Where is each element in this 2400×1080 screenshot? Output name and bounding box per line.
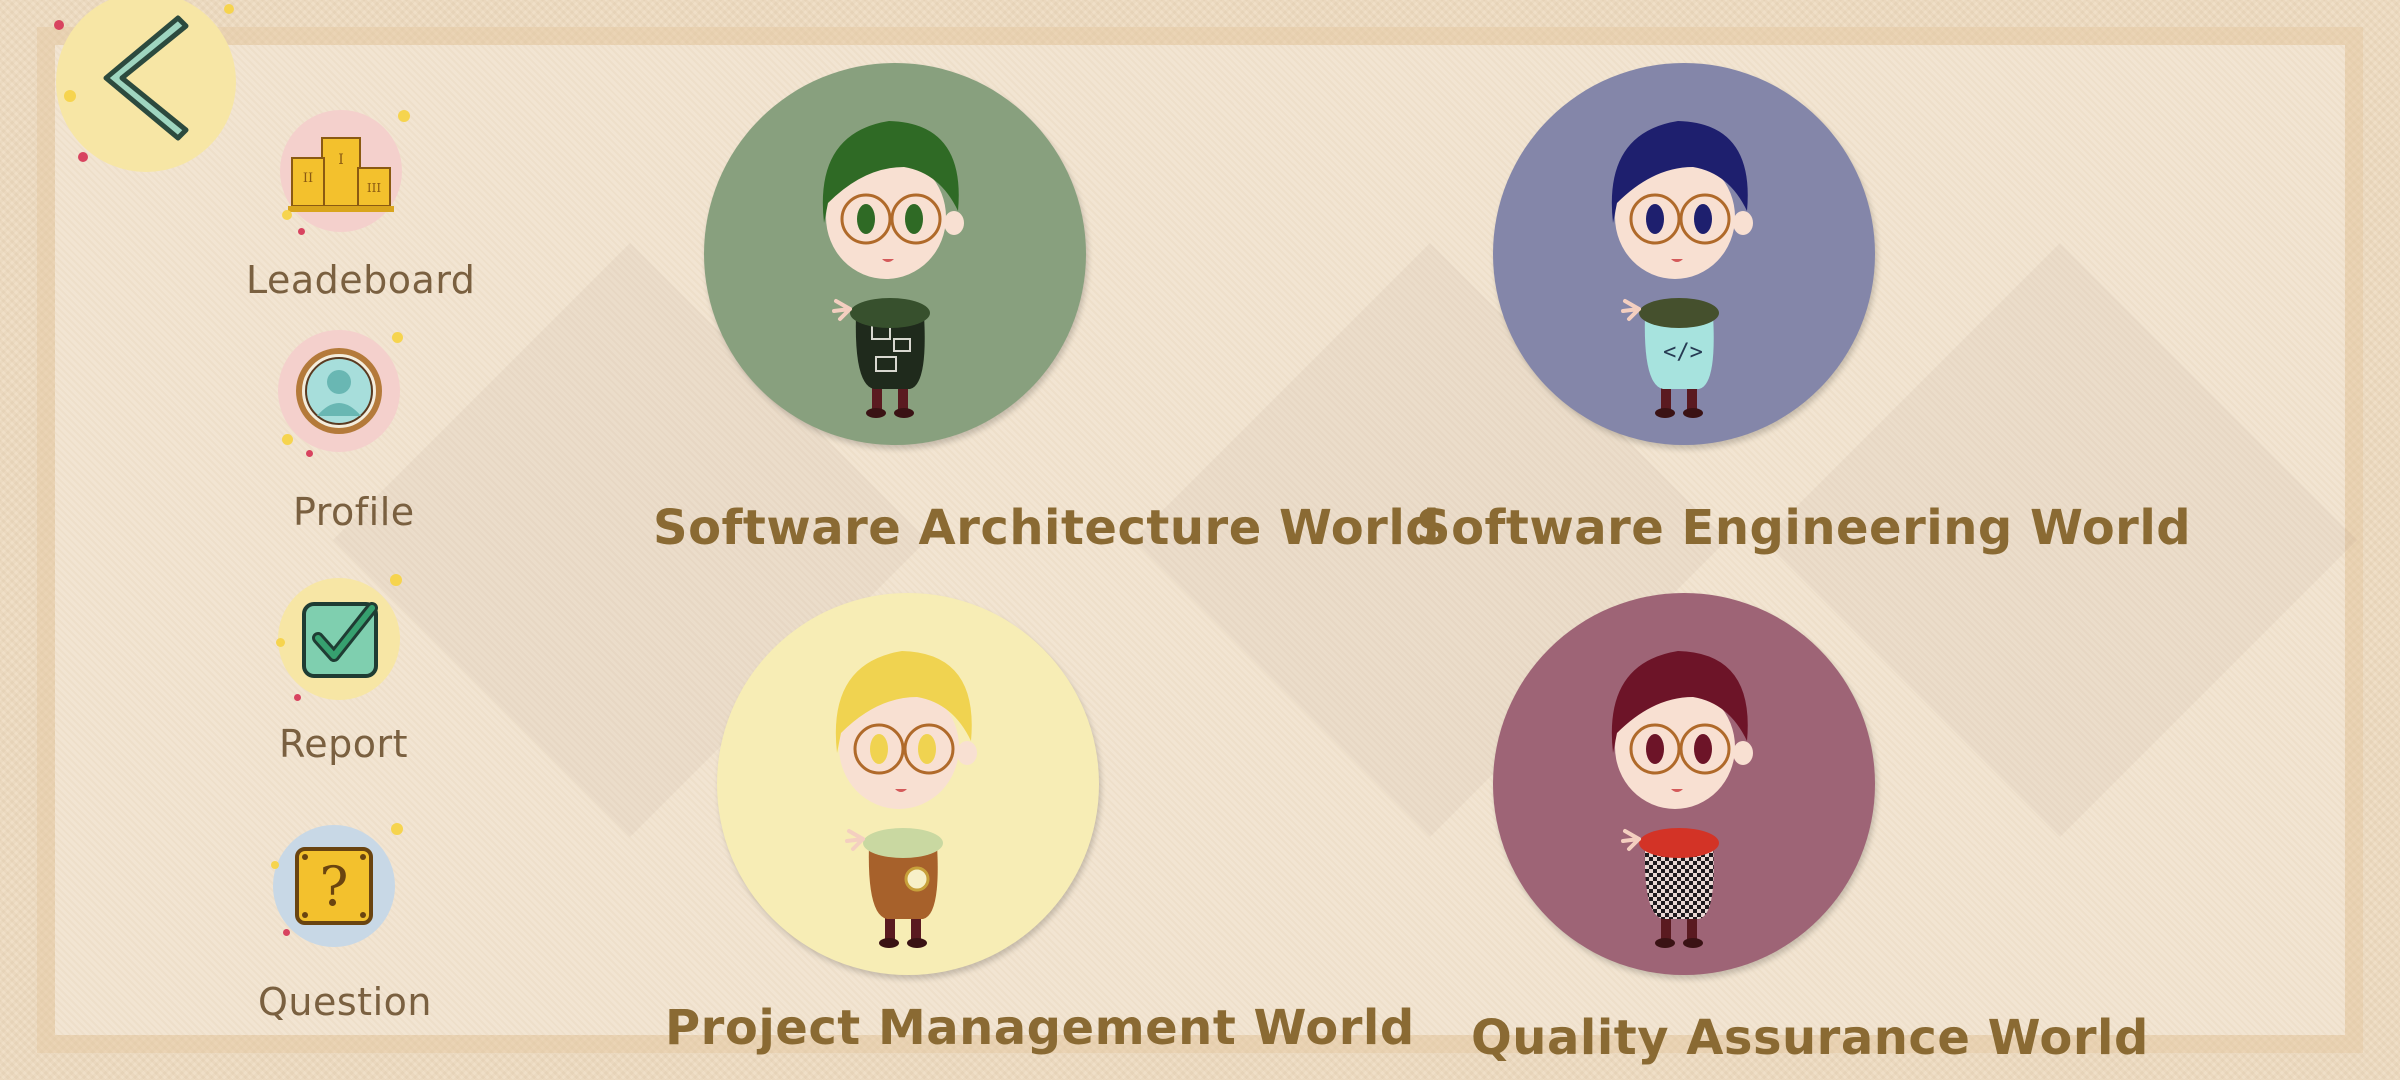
world-avatar-circle[interactable]	[717, 593, 1099, 975]
sidebar-item-label: Profile	[293, 490, 415, 534]
sidebar-item-leaderboard[interactable]: I II III Leadeboard	[240, 105, 475, 310]
checkbox-icon	[276, 574, 402, 701]
character-illustration: </>	[1611, 121, 1753, 418]
character-illustration	[1611, 651, 1753, 948]
world-label[interactable]: Software Engineering World	[1416, 500, 2191, 556]
world-label[interactable]: Software Architecture World	[653, 500, 1440, 556]
world-label[interactable]: Project Management World	[665, 1000, 1415, 1056]
sidebar-item-label: Report	[279, 722, 408, 766]
character-illustration	[822, 121, 964, 418]
svg-text:</>: </>	[1663, 340, 1703, 365]
sidebar-item-label: Leadeboard	[246, 258, 476, 302]
world-avatar-circle[interactable]	[1493, 593, 1875, 975]
svg-text:III: III	[367, 181, 381, 195]
sidebar-item-report[interactable]: Report	[240, 570, 460, 775]
svg-text:I: I	[338, 152, 344, 168]
svg-text:II: II	[303, 171, 313, 186]
world-label[interactable]: Quality Assurance World	[1471, 1010, 2149, 1066]
sidebar-item-label: Question	[258, 980, 432, 1024]
podium-icon: I II III	[280, 110, 410, 235]
sidebar-item-profile[interactable]: Profile	[240, 330, 460, 545]
chevron-left-icon	[103, 15, 189, 141]
world-avatar-circle[interactable]: </>	[1493, 63, 1875, 445]
user-icon	[278, 330, 403, 457]
back-button[interactable]	[54, 0, 236, 172]
sidebar-item-question[interactable]: ? Question	[240, 823, 460, 1035]
character-illustration	[835, 651, 977, 948]
svg-text:?: ?	[320, 855, 349, 918]
question-block-icon: ?	[271, 823, 403, 947]
world-avatar-circle[interactable]	[704, 63, 1086, 445]
